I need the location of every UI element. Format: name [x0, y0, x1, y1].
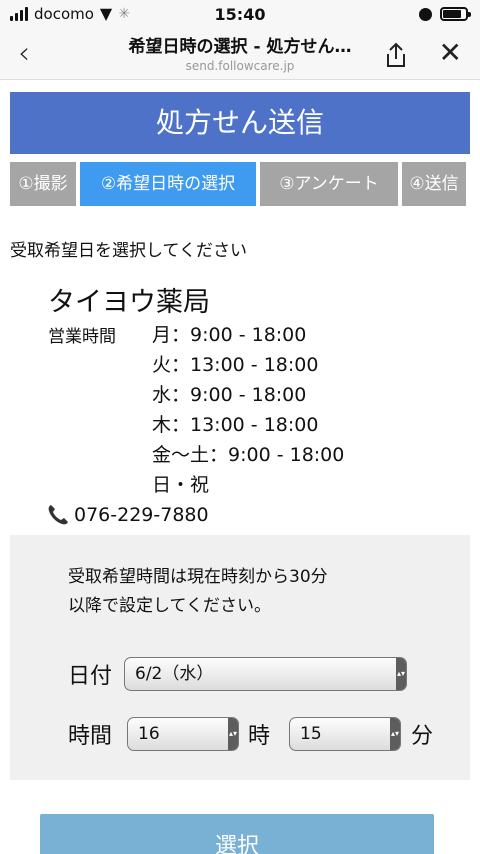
time-label: 時間: [68, 724, 113, 749]
minute-select-value: 15: [300, 724, 322, 744]
step-survey: ③アンケート: [260, 162, 398, 206]
hour-select[interactable]: 16 ▴▾: [127, 717, 239, 751]
step-send: ④送信: [402, 162, 466, 206]
step-capture: ①撮影: [10, 162, 76, 206]
hours-monday: 月：9:00 - 18:00: [152, 324, 307, 346]
phone-icon: [48, 505, 68, 525]
browser-nav-bar: ‹ 希望日時の選択 - 処方せん… send.followcare.jp ✕: [0, 30, 480, 80]
date-select-value: 6/2（水）: [135, 664, 214, 684]
status-bar: docomo ▼ ✳ 15:40: [0, 0, 480, 30]
date-select-arrow-icon: ▴▾: [396, 658, 406, 690]
instruction-text: 受取希望日を選択してください: [10, 241, 247, 261]
time-selection-panel: 受取希望時間は現在時刻から30分 以降で設定してください。 日付 6/2（水） …: [10, 535, 470, 780]
hours-thursday: 木：13:00 - 18:00: [152, 414, 319, 436]
minute-select-arrow-icon: ▴▾: [390, 718, 400, 750]
date-label: 日付: [68, 664, 113, 689]
phone-number: 076-229-7880: [74, 504, 209, 526]
page-title: 処方せん送信: [10, 92, 470, 154]
browser-url: send.followcare.jp: [185, 59, 295, 73]
close-icon[interactable]: ✕: [439, 36, 462, 69]
step-date-selection: ②希望日時の選択: [80, 162, 256, 206]
business-hours-label: 営業時間: [48, 327, 116, 347]
hours-tuesday: 火：13:00 - 18:00: [152, 354, 319, 376]
hours-wednesday: 水：9:00 - 18:00: [152, 384, 307, 406]
step-indicator: ①撮影 ②希望日時の選択 ③アンケート ④送信: [10, 162, 470, 206]
battery-icon: [440, 7, 471, 21]
hour-select-value: 16: [138, 724, 160, 744]
back-chevron-icon[interactable]: ‹: [18, 36, 30, 71]
time-notice-line2: 以降で設定してください。: [68, 596, 271, 616]
browser-page-title: 希望日時の選択 - 処方せん…: [128, 37, 352, 57]
time-notice: 受取希望時間は現在時刻から30分 以降で設定してください。: [68, 563, 328, 621]
browser-title-area: 希望日時の選択 - 処方せん… send.followcare.jp: [100, 32, 380, 73]
hours-friday-saturday: 金～土：9:00 - 18:00: [152, 444, 345, 466]
select-submit-button[interactable]: 選択: [40, 814, 434, 854]
phone-link[interactable]: 076-229-7880: [46, 503, 209, 527]
minute-select[interactable]: 15 ▴▾: [289, 717, 401, 751]
hour-unit: 時: [248, 724, 271, 749]
pharmacy-name: タイヨウ薬局: [48, 287, 210, 318]
alarm-icon: [419, 7, 432, 21]
hours-sunday-holiday: 日・祝: [152, 474, 210, 496]
status-right: [419, 7, 471, 21]
business-hours-list: 月：9:00 - 18:00 火：13:00 - 18:00 水：9:00 - …: [152, 320, 344, 500]
time-notice-line1: 受取希望時間は現在時刻から30分: [68, 567, 328, 587]
minute-unit: 分: [411, 724, 434, 749]
status-time: 15:40: [214, 5, 266, 24]
share-icon[interactable]: [384, 42, 408, 72]
hour-select-arrow-icon: ▴▾: [228, 718, 238, 750]
date-select[interactable]: 6/2（水） ▴▾: [124, 657, 407, 691]
